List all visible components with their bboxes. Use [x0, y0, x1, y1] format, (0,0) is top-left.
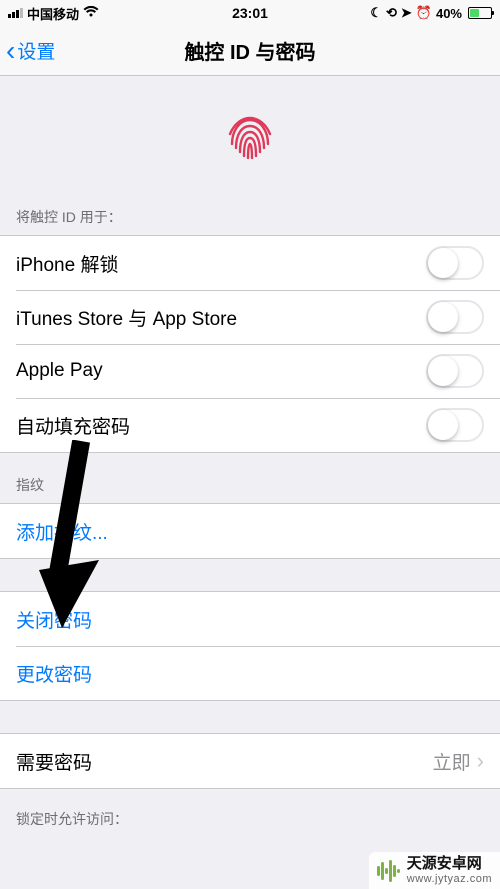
switch-itunes-appstore[interactable] — [426, 300, 484, 334]
watermark-logo-icon — [375, 858, 401, 884]
back-label: 设置 — [17, 37, 55, 64]
moon-icon: ☾ — [370, 5, 382, 21]
row-label: Apple Pay — [16, 360, 103, 382]
list-passcode-actions: 关闭密码 更改密码 — [0, 591, 500, 701]
watermark-title: 天源安卓网 — [407, 856, 492, 873]
alarm-icon: ⏰ — [416, 5, 432, 21]
row-label: 关闭密码 — [16, 606, 92, 633]
switch-iphone-unlock[interactable] — [426, 246, 484, 280]
row-label: 更改密码 — [16, 660, 92, 687]
location-icon: ➤ — [401, 5, 412, 21]
back-button[interactable]: ‹ 设置 — [0, 37, 55, 65]
section-header-access-locked: 锁定时允许访问： — [0, 789, 500, 837]
row-label: 自动填充密码 — [16, 412, 130, 439]
row-apple-pay[interactable]: Apple Pay — [0, 344, 500, 398]
status-left: 中国移动 — [8, 4, 99, 23]
watermark-url: www.jytyaz.com — [407, 873, 492, 885]
nav-bar: ‹ 设置 触控 ID 与密码 — [0, 26, 500, 76]
battery-pct: 40% — [436, 6, 462, 21]
switch-apple-pay[interactable] — [426, 354, 484, 388]
switch-autofill[interactable] — [426, 408, 484, 442]
status-right: ☾ ⟲ ➤ ⏰ 40% — [370, 5, 492, 21]
row-label: 需要密码 — [16, 748, 92, 775]
turn-off-passcode-button[interactable]: 关闭密码 — [0, 592, 500, 646]
signal-icon — [8, 8, 23, 18]
wifi-icon — [83, 6, 99, 21]
chevron-right-icon: › — [477, 748, 484, 774]
watermark: 天源安卓网 www.jytyaz.com — [369, 852, 500, 889]
row-value: 立即 — [433, 748, 471, 775]
fingerprint-icon — [218, 104, 282, 173]
section-header-fingerprints: 指纹 — [0, 453, 500, 503]
row-label: iTunes Store 与 App Store — [16, 304, 237, 331]
row-label: 添加指纹... — [16, 518, 108, 545]
list-fingerprints: 添加指纹... — [0, 503, 500, 559]
carrier-label: 中国移动 — [27, 4, 79, 23]
row-itunes-appstore[interactable]: iTunes Store 与 App Store — [0, 290, 500, 344]
row-autofill[interactable]: 自动填充密码 — [0, 398, 500, 452]
row-label: iPhone 解锁 — [16, 250, 118, 277]
fingerprint-hero — [0, 76, 500, 197]
chevron-left-icon: ‹ — [6, 37, 15, 65]
page-title: 触控 ID 与密码 — [0, 36, 500, 65]
list-require-passcode: 需要密码 立即 › — [0, 733, 500, 789]
change-passcode-button[interactable]: 更改密码 — [0, 646, 500, 700]
row-iphone-unlock[interactable]: iPhone 解锁 — [0, 236, 500, 290]
orientation-lock-icon: ⟲ — [386, 5, 397, 21]
add-fingerprint-button[interactable]: 添加指纹... — [0, 504, 500, 558]
status-bar: 中国移动 23:01 ☾ ⟲ ➤ ⏰ 40% — [0, 0, 500, 26]
section-header-use-for: 将触控 ID 用于： — [0, 197, 500, 235]
list-use-for: iPhone 解锁 iTunes Store 与 App Store Apple… — [0, 235, 500, 453]
battery-icon — [466, 7, 492, 19]
row-require-passcode[interactable]: 需要密码 立即 › — [0, 734, 500, 788]
